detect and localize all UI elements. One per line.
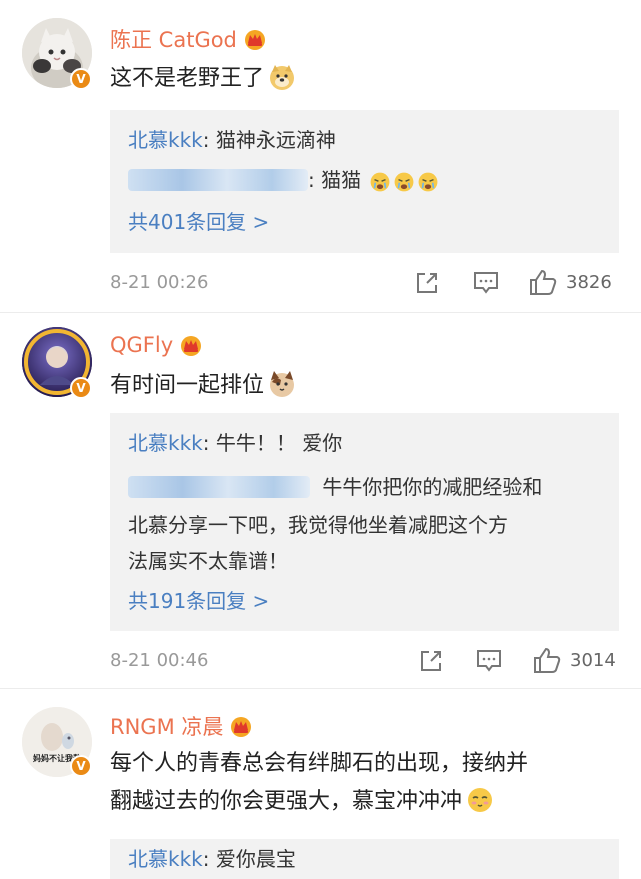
like-button[interactable]: 3014 (532, 646, 616, 674)
comment-text-content: 翻越过去的你会更强大，慕宝冲冲冲 (110, 789, 463, 814)
comment-text: 有时间一起排位 (110, 369, 296, 403)
crown-icon (181, 336, 202, 356)
reply-preview-box[interactable]: 北慕kkk: 爱你晨宝 (110, 839, 619, 879)
reply-text: : 爱你晨宝 (202, 847, 296, 871)
blurred-username (128, 476, 310, 498)
thumbs-up-icon (530, 269, 557, 295)
share-button[interactable] (414, 270, 440, 296)
comment-button[interactable] (472, 270, 500, 296)
share-icon (421, 651, 441, 671)
blush-emoji-icon (468, 788, 493, 812)
more-replies-link[interactable]: 共191条回复 > (128, 585, 269, 617)
comment-item: 妈妈不让我熬 V RNGM 凉晨 每个人的青春总会有绊脚石的出现，接纳并 翻越过… (0, 689, 641, 879)
reply-line: 北慕kkk: 爱你晨宝 (128, 843, 296, 875)
comment-item: V 陈正 CatGod 这不是老野王了 北慕kkk: 猫神永远滴神 : 猫猫 共… (0, 0, 641, 312)
reply-text: 牛牛你把你的减肥经验和 (322, 475, 543, 499)
username[interactable]: 陈正 CatGod (110, 24, 267, 54)
reply-line: : 猫猫 (128, 164, 439, 196)
reply-author[interactable]: 北慕kkk (128, 847, 203, 871)
reply-preview-box[interactable]: 北慕kkk: 牛牛！！ 爱你 牛牛你把你的减肥经验和 北慕分享一下吧，我觉得他坐… (110, 413, 619, 631)
username-text[interactable]: 陈正 CatGod (110, 24, 237, 54)
reply-text: : 猫猫 (308, 168, 362, 192)
comment-button[interactable] (475, 648, 503, 674)
reply-text: : 猫神永远滴神 (202, 128, 336, 152)
comment-text: 这不是老野王了 (110, 62, 296, 96)
comment-icon (477, 650, 501, 672)
comment-text-content: 这不是老野王了 (110, 66, 265, 91)
reply-line: 法属实不太靠谱！ (128, 549, 288, 573)
reply-line: 牛牛你把你的减肥经验和 (128, 471, 542, 503)
comment-item: V QGFly 有时间一起排位 北慕kkk: 牛牛！！ 爱你 牛牛你把你的减肥经… (0, 313, 641, 688)
like-button[interactable]: 3826 (528, 268, 612, 296)
blurred-username (128, 169, 308, 191)
verified-badge-icon: V (70, 755, 92, 777)
crown-icon (244, 30, 265, 50)
comment-text-content: 有时间一起排位 (110, 373, 265, 398)
thumbs-up-icon (534, 647, 561, 673)
reply-text: : 牛牛！！ 爱你 (202, 431, 343, 455)
timestamp: 8-21 00:26 (110, 272, 209, 293)
verified-badge-icon: V (70, 377, 92, 399)
like-count: 3014 (570, 649, 616, 671)
verified-badge-icon: V (70, 68, 92, 90)
reply-line: 北慕分享一下吧，我觉得他坐着减肥这个方 (128, 513, 508, 537)
crown-icon (231, 717, 252, 737)
doge-emoji-icon (270, 65, 295, 90)
username-text[interactable]: RNGM 凉晨 (110, 711, 223, 741)
share-icon (417, 273, 437, 293)
timestamp: 8-21 00:46 (110, 650, 209, 671)
cat-emoji-icon (270, 371, 295, 397)
reply-line: 北慕kkk: 猫神永远滴神 (128, 124, 336, 156)
username[interactable]: RNGM 凉晨 (110, 711, 253, 741)
crying-emoji-icon (419, 172, 438, 192)
comment-text-line: 每个人的青春总会有绊脚石的出现，接纳并 (110, 751, 529, 776)
username-text[interactable]: QGFly (110, 333, 173, 357)
comment-icon (474, 272, 498, 294)
reply-preview-box[interactable]: 北慕kkk: 猫神永远滴神 : 猫猫 共401条回复 > (110, 110, 619, 253)
crying-emoji-icon (371, 172, 390, 192)
username[interactable]: QGFly (110, 333, 203, 357)
reply-author[interactable]: 北慕kkk (128, 431, 203, 455)
reply-author[interactable]: 北慕kkk (128, 128, 203, 152)
reply-line: 北慕kkk: 牛牛！！ 爱你 (128, 427, 342, 459)
share-button[interactable] (418, 648, 444, 674)
more-replies-link[interactable]: 共401条回复 > (128, 206, 269, 238)
like-count: 3826 (566, 271, 612, 293)
crying-emoji-icon (395, 172, 414, 192)
comment-text: 翻越过去的你会更强大，慕宝冲冲冲 (110, 785, 494, 819)
